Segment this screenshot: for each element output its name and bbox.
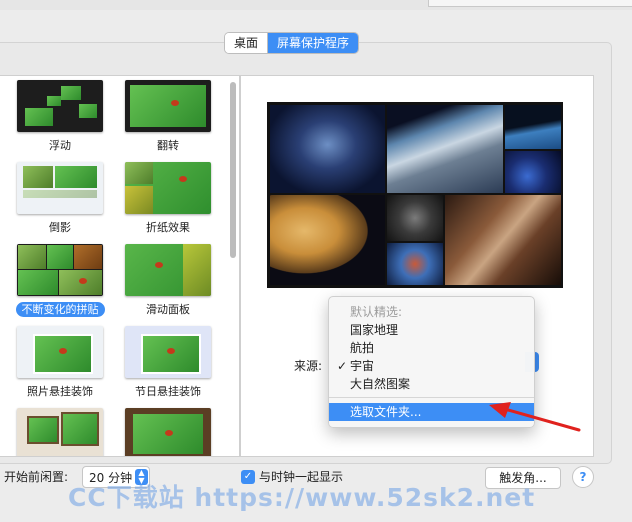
screensaver-item-ken-burns[interactable] [120, 408, 216, 456]
screensaver-label: 不断变化的拼贴 [15, 302, 105, 317]
screensaver-label: 翻转 [157, 139, 179, 152]
tile-milky-way [445, 195, 561, 285]
screensaver-item-origami[interactable]: 折纸效果 [120, 162, 216, 235]
tile-saturn [270, 195, 385, 285]
screensaver-item-sliding-panels[interactable]: 滑动面板 [120, 244, 216, 317]
source-label: 来源: [294, 359, 323, 373]
tile-galaxy [270, 105, 385, 193]
tile-blue-nebula [505, 151, 561, 193]
screensaver-label: 浮动 [49, 139, 71, 152]
menu-item-nature-patterns[interactable]: 大自然图案 [329, 375, 534, 393]
screensaver-label: 倒影 [49, 221, 71, 234]
tile-dark-cloud [387, 195, 443, 241]
window-top-control [428, 0, 632, 7]
holiday-mobile-thumbnail [125, 326, 211, 378]
screensaver-list: 浮动 翻转 倒影 折纸效果 不断变化的拼贴 滑动面板 照片悬挂装饰 节日悬挂装饰 [0, 75, 240, 457]
screensaver-label: 照片悬挂装饰 [27, 385, 93, 398]
screensaver-item-floating[interactable]: 浮动 [12, 80, 108, 153]
tile-earth-horizon [387, 105, 503, 193]
shifting-tiles-thumbnail [17, 244, 103, 296]
screensaver-label: 折纸效果 [146, 221, 190, 234]
vintage-prints-thumbnail [17, 408, 103, 456]
red-arrow-annotation [489, 402, 581, 432]
menu-header-default: 默认精选: [350, 305, 403, 319]
screensaver-label: 节日悬挂装饰 [135, 385, 201, 398]
menu-item-national-geographic[interactable]: 国家地理 [329, 321, 534, 339]
photo-mobile-thumbnail [17, 326, 103, 378]
reflections-thumbnail [17, 162, 103, 214]
list-scrollbar[interactable] [227, 78, 238, 454]
tile-colorful-nebula [387, 243, 443, 285]
menu-item-cosmos-label: 宇宙 [350, 359, 375, 373]
tab-control: 桌面 屏幕保护程序 [224, 32, 360, 54]
screensaver-label: 滑动面板 [146, 303, 190, 316]
check-icon: ✓ [337, 359, 348, 373]
menu-item-cosmos[interactable]: ✓ 宇宙 [329, 357, 534, 375]
screensaver-item-shifting-tiles[interactable]: 不断变化的拼贴 [12, 244, 108, 317]
ken-burns-thumbnail [125, 408, 211, 456]
preview-mosaic [267, 102, 563, 288]
sliding-panels-thumbnail [125, 244, 211, 296]
floating-thumbnail [17, 80, 103, 132]
scroll-thumb[interactable] [230, 82, 236, 258]
tab-screensaver[interactable]: 屏幕保护程序 [268, 33, 359, 53]
screensaver-item-reflections[interactable]: 倒影 [12, 162, 108, 235]
menu-item-aerial[interactable]: 航拍 [329, 339, 534, 357]
flip-thumbnail [125, 80, 211, 132]
origami-thumbnail [125, 162, 211, 214]
screensaver-item-flip[interactable]: 翻转 [120, 80, 216, 153]
screensaver-item-holiday-mobile[interactable]: 节日悬挂装饰 [120, 326, 216, 399]
tab-desktop[interactable]: 桌面 [225, 33, 269, 53]
screensaver-item-vintage-prints[interactable] [12, 408, 108, 456]
watermark: CC下载站 https://www.52sk2.net [68, 483, 536, 512]
tile-earth-small [505, 105, 561, 149]
window-top-strip [0, 0, 632, 10]
idle-label: 开始前闲置: [4, 470, 69, 484]
help-icon[interactable]: ? [572, 466, 594, 488]
screensaver-item-photo-mobile[interactable]: 照片悬挂装饰 [12, 326, 108, 399]
